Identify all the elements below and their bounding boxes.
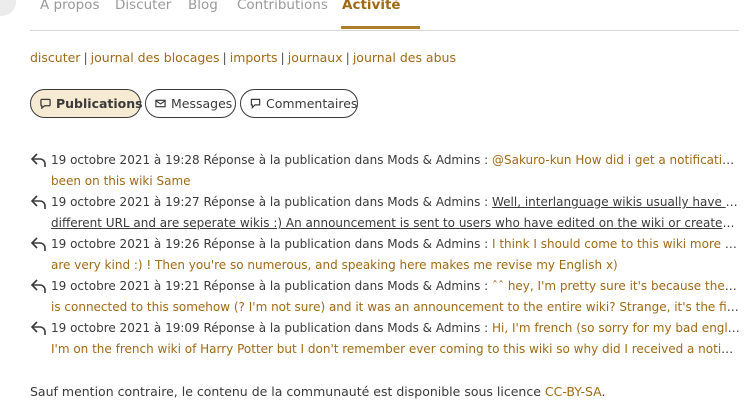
envelope-icon [155, 99, 166, 108]
reply-icon [30, 279, 46, 293]
reply-icon [30, 195, 46, 209]
activity-action: Réponse à la publication dans Mods & Adm… [203, 237, 489, 251]
activity-excerpt-continued[interactable]: been on this wiki Same [51, 174, 191, 188]
link-journaux[interactable]: journaux [288, 50, 343, 65]
activity-list: 19 octobre 2021 à 19:28 Réponse à la pub… [30, 150, 740, 360]
separator: | [280, 50, 285, 65]
license-text: Sauf mention contraire, le contenu de la… [30, 384, 541, 399]
list-item: 19 octobre 2021 à 19:09 Réponse à la pub… [30, 318, 740, 360]
tab-a-propos[interactable]: À propos [40, 0, 99, 13]
link-journal-des-blocages[interactable]: journal des blocages [91, 50, 220, 65]
link-journal-des-abus[interactable]: journal des abus [353, 50, 456, 65]
activity-excerpt-continued[interactable]: is connected to this somehow (? I'm not … [51, 300, 740, 314]
filter-commentaires-button[interactable]: Commentaires [240, 89, 358, 118]
activity-date: 19 octobre 2021 à 19:28 [51, 153, 200, 167]
activity-date: 19 octobre 2021 à 19:09 [51, 321, 200, 335]
list-item: 19 octobre 2021 à 19:28 Réponse à la pub… [30, 150, 740, 192]
activity-action: Réponse à la publication dans Mods & Adm… [203, 153, 489, 167]
reply-icon [30, 237, 46, 251]
activity-excerpt-link[interactable]: ˆˆ hey, I'm pretty sure it's because the… [492, 279, 740, 293]
tab-activite[interactable]: Activité [342, 0, 401, 13]
activity-excerpt-link[interactable]: I think I should come to this wiki more … [492, 237, 740, 251]
activity-subnav: discuter | journal des blocages | imports | jo… [30, 50, 456, 65]
separator: | [83, 50, 88, 65]
separator: | [222, 50, 227, 65]
filter-publications-button[interactable]: Publications [30, 89, 143, 118]
list-item: 19 octobre 2021 à 19:27 Réponse à la pub… [30, 192, 740, 234]
filter-commentaires-label: Commentaires [266, 96, 358, 111]
activity-excerpt-link[interactable]: @Sakuro-kun How did i get a notification… [492, 153, 740, 167]
tab-discuter[interactable]: Discuter [115, 0, 171, 13]
link-discuter[interactable]: discuter [30, 50, 80, 65]
profile-tabs: À propos Discuter Blog Contributions Act… [30, 0, 739, 31]
avatar-corner [0, 0, 16, 16]
reply-icon [30, 321, 46, 335]
active-tab-indicator [341, 26, 420, 29]
speech-bubble-icon [40, 98, 51, 109]
activity-excerpt-link[interactable]: Well, interlanguage wikis usually have c… [492, 195, 740, 209]
filter-messages-button[interactable]: Messages [145, 89, 236, 118]
activity-date: 19 octobre 2021 à 19:26 [51, 237, 200, 251]
activity-date: 19 octobre 2021 à 19:21 [51, 279, 200, 293]
filter-messages-label: Messages [171, 96, 233, 111]
license-end: . [601, 384, 606, 399]
list-item: 19 octobre 2021 à 19:21 Réponse à la pub… [30, 276, 740, 318]
comment-icon [250, 98, 261, 109]
license-link[interactable]: CC-BY-SA [545, 384, 602, 399]
activity-excerpt-continued[interactable]: are very kind :) ! Then you're so numero… [51, 258, 618, 272]
separator: | [345, 50, 350, 65]
activity-excerpt-continued[interactable]: different URL and are seperate wikis :) … [51, 216, 740, 230]
tab-contributions[interactable]: Contributions [237, 0, 328, 13]
link-imports[interactable]: imports [230, 50, 278, 65]
reply-icon [30, 153, 46, 167]
activity-excerpt-continued[interactable]: I'm on the french wiki of Harry Potter b… [51, 342, 740, 356]
tab-blog[interactable]: Blog [188, 0, 218, 13]
activity-date: 19 octobre 2021 à 19:27 [51, 195, 200, 209]
activity-excerpt-link[interactable]: Hi, I'm french (so sorry for my bad engl… [492, 321, 740, 335]
activity-action: Réponse à la publication dans Mods & Adm… [203, 321, 489, 335]
activity-action: Réponse à la publication dans Mods & Adm… [203, 195, 489, 209]
license-footer: Sauf mention contraire, le contenu de la… [30, 384, 605, 399]
filter-publications-label: Publications [56, 96, 143, 111]
activity-action: Réponse à la publication dans Mods & Adm… [203, 279, 489, 293]
list-item: 19 octobre 2021 à 19:26 Réponse à la pub… [30, 234, 740, 276]
